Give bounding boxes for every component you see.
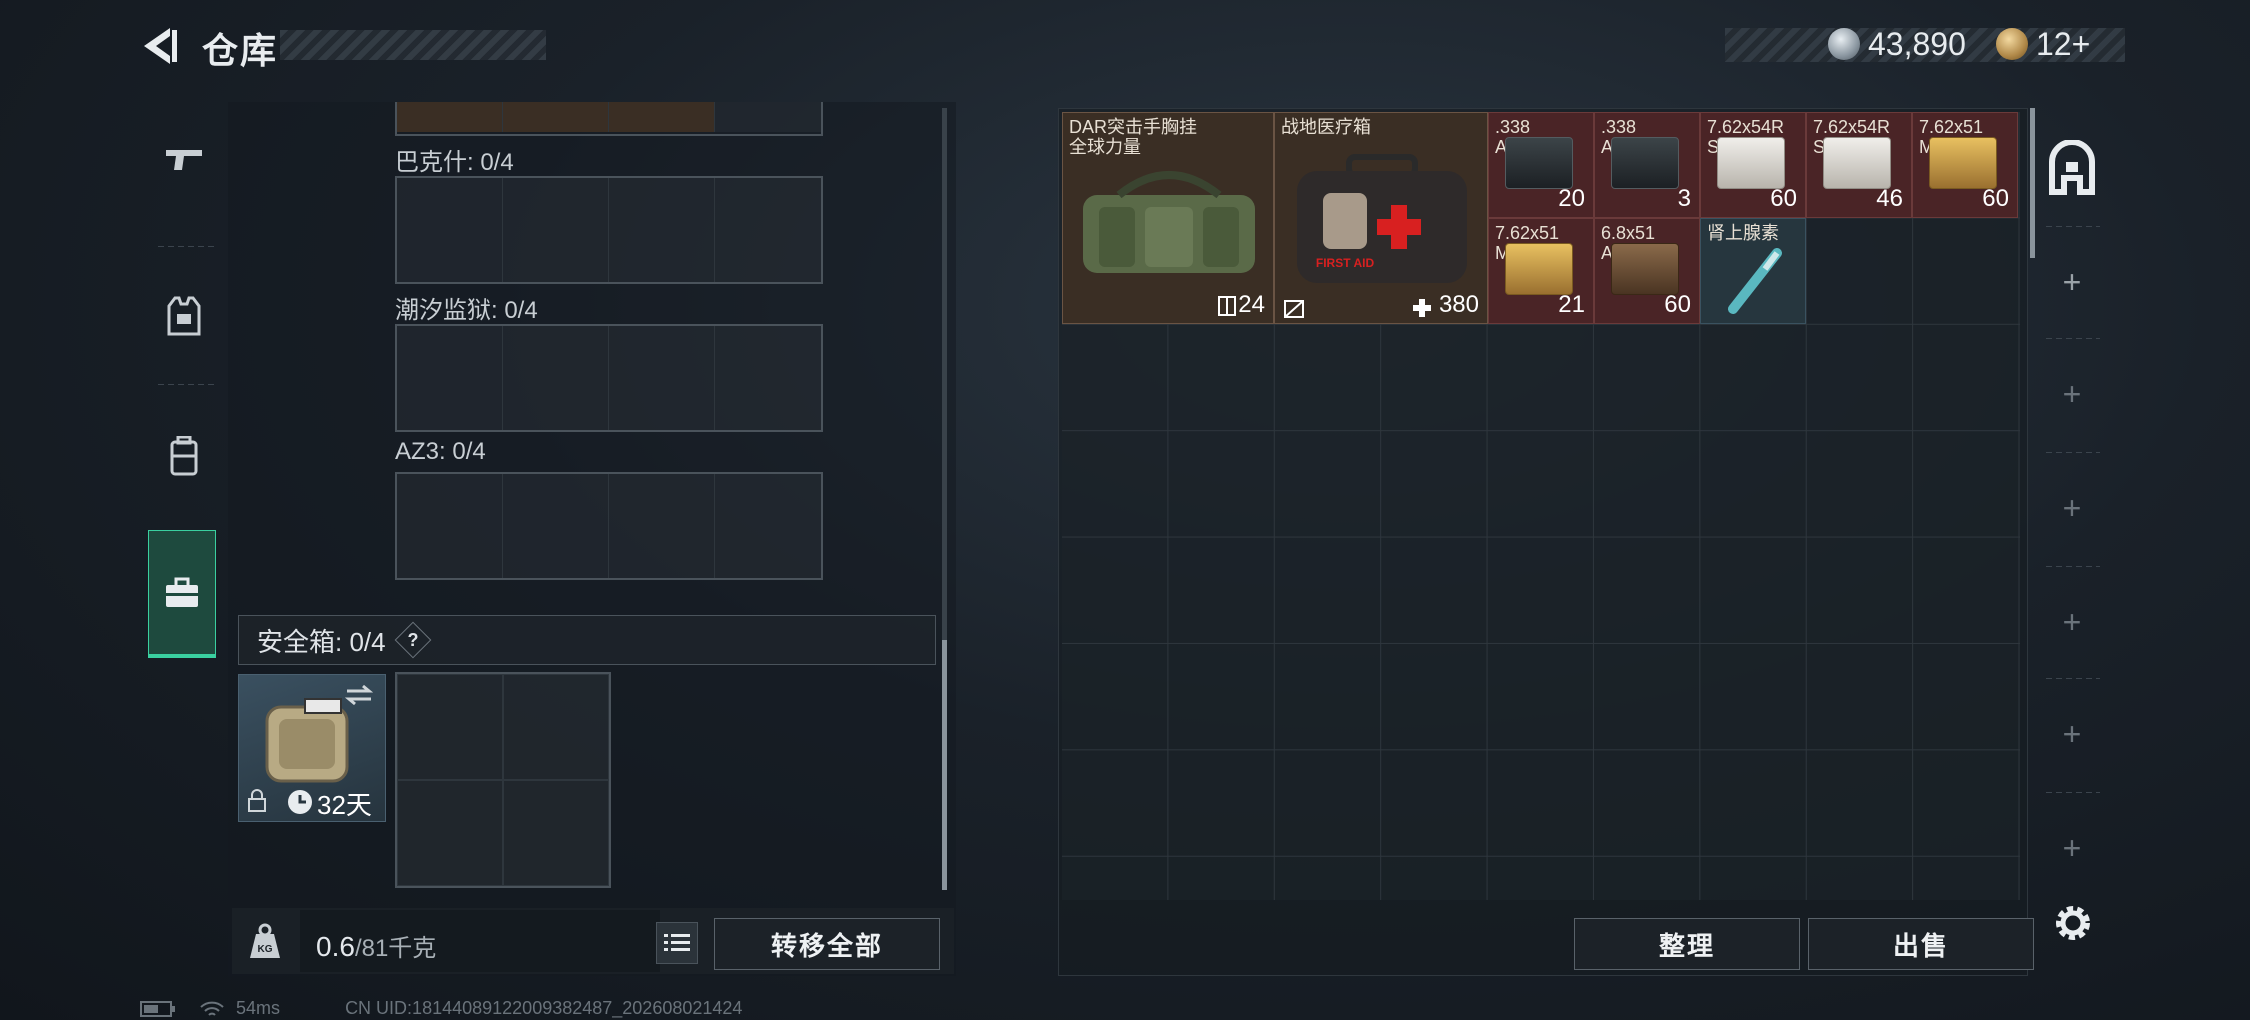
sort-button[interactable]: 整理 [1574, 918, 1800, 970]
stash-item-338-ap[interactable]: .338 AP 3 [1594, 112, 1700, 218]
weight-icon: KG [250, 923, 280, 958]
uid-text: CN UID:1814408912200938248​7_20260802142… [345, 998, 743, 1018]
item-count: 60 [1664, 291, 1691, 318]
lock-icon [248, 789, 266, 812]
status-bar: 54ms CN UID:1814408912200938248​7_202608… [140, 998, 742, 1019]
weight-value: 0.6 [316, 931, 355, 962]
ammo-box-dark-icon [1505, 137, 1573, 189]
ammo-box-dark-icon [1611, 137, 1679, 189]
item-count: 24 [1238, 291, 1265, 318]
gun-icon [166, 150, 202, 170]
toolbox-icon [166, 577, 198, 607]
slot-grid-az3[interactable] [395, 472, 823, 580]
weight-capacity: /81千克 [354, 935, 437, 962]
currency-gold[interactable]: 12+ [2036, 26, 2090, 63]
first-aid-kit-icon: FIRST AID [1297, 154, 1467, 283]
gold-coin-icon [1996, 28, 2028, 60]
item-count: 380 [1438, 291, 1479, 318]
ammo-box-gold-icon [1929, 137, 1997, 189]
tab-backpack[interactable] [148, 396, 220, 516]
weight-text: 0.6/81千克 [316, 928, 436, 963]
stash-item-adrenaline[interactable]: 肾上腺素 [1700, 218, 1806, 324]
svg-text:KG: KG [258, 944, 273, 955]
stash-item-68x51-ap[interactable]: 6.8x51 AP 60 [1594, 218, 1700, 324]
slot-grid-tidal-prison[interactable] [395, 324, 823, 432]
backpack-icon [170, 436, 198, 476]
currency-silver[interactable]: 43,890 [1868, 26, 1966, 63]
transfer-all-button[interactable]: 转移全部 [714, 918, 940, 970]
add-stash-page-button[interactable]: + [2040, 592, 2104, 652]
slot-grid-bakhsh[interactable] [395, 176, 823, 284]
stash-item-first-aid-kit[interactable]: 战地医疗箱 FIRST AID 380 [1274, 112, 1488, 324]
stash-item-338-ap[interactable]: .338 AP 20 [1488, 112, 1594, 218]
safe-box-header: 安全箱: 0/4 ? [238, 615, 936, 665]
stash-page-1[interactable] [2044, 139, 2100, 196]
add-stash-page-button[interactable]: + [2040, 818, 2104, 878]
stash-item-chest-rig[interactable]: DAR突击手胸挂 全球力量 24 [1062, 112, 1274, 324]
ammo-box-gold-icon [1505, 243, 1573, 295]
list-icon [664, 934, 690, 951]
item-count: 20 [1558, 185, 1585, 212]
ammo-crate-icon [1611, 243, 1679, 295]
no-container-icon [1284, 300, 1304, 318]
slot-label-bakhsh: 巴克什: 0/4 [395, 149, 514, 176]
help-icon[interactable]: ? [394, 621, 431, 659]
swap-icon[interactable] [343, 683, 375, 707]
chest-rig-bag-icon [1083, 171, 1255, 273]
stash-home-icon [2049, 139, 2095, 195]
stash-item-762x54r-snb[interactable]: 7.62x54R SNB 46 [1806, 112, 1912, 218]
ammo-box-white-icon [1717, 137, 1785, 189]
item-name: 肾上腺素 [1707, 223, 1779, 243]
item-count: 60 [1770, 185, 1797, 212]
item-count: 46 [1876, 185, 1903, 212]
safe-case-icon [265, 698, 349, 783]
item-name: DAR突击手胸挂 全球力量 [1069, 117, 1198, 157]
partial-slot-grid [395, 102, 823, 136]
tab-containers[interactable] [148, 530, 216, 658]
sell-button[interactable]: 出售 [1808, 918, 2034, 970]
clock-icon [288, 790, 312, 814]
safe-box-label: 安全箱: 0/4 [257, 626, 386, 657]
stash-item-762x51-m61[interactable]: 7.62x51 M61 21 [1488, 218, 1594, 324]
safe-box-item[interactable]: 32天 [238, 674, 386, 822]
tab-weapons[interactable] [148, 100, 220, 220]
page-title: 仓库 [202, 30, 279, 71]
armor-vest-icon [167, 296, 201, 336]
svg-text:FIRST AID: FIRST AID [1316, 256, 1375, 270]
add-stash-page-button[interactable]: + [2040, 364, 2104, 424]
tab-armor[interactable] [148, 256, 220, 376]
safe-box-duration: 32天 [317, 790, 372, 820]
stash-item-762x51-m61[interactable]: 7.62x51 M61 60 [1912, 112, 2018, 218]
slot-label-az3: AZ3: 0/4 [395, 438, 486, 465]
heal-plus-icon [1413, 299, 1431, 317]
item-count: 3 [1677, 185, 1691, 212]
ping-text: 54ms [236, 998, 281, 1018]
syringe-icon [1728, 248, 1782, 314]
left-scrollbar-thumb[interactable] [942, 640, 947, 890]
slot-label-tidal-prison: 潮汐监狱: 0/4 [395, 297, 538, 324]
stash-scrollbar[interactable] [2030, 108, 2035, 258]
silver-coin-icon [1828, 28, 1860, 60]
back-arrow-icon[interactable] [138, 24, 182, 68]
ammo-box-white-icon [1823, 137, 1891, 189]
add-stash-page-button[interactable]: + [2040, 252, 2104, 312]
wifi-icon [200, 1001, 224, 1017]
item-name: 战地医疗箱 [1281, 117, 1371, 137]
title-decoration [280, 30, 546, 60]
add-stash-page-button[interactable]: + [2040, 704, 2104, 764]
category-tabs [138, 100, 226, 672]
battery-icon [140, 1001, 175, 1018]
stash-item-762x54r-snb[interactable]: 7.62x54R SNB 60 [1700, 112, 1806, 218]
safe-box-grid[interactable] [395, 672, 611, 888]
item-count: 60 [1982, 185, 2009, 212]
gear-icon[interactable] [2050, 900, 2096, 946]
add-stash-page-button[interactable]: + [2040, 478, 2104, 538]
capacity-icon [1218, 296, 1236, 316]
list-view-button[interactable] [656, 922, 698, 964]
item-count: 21 [1558, 291, 1585, 318]
